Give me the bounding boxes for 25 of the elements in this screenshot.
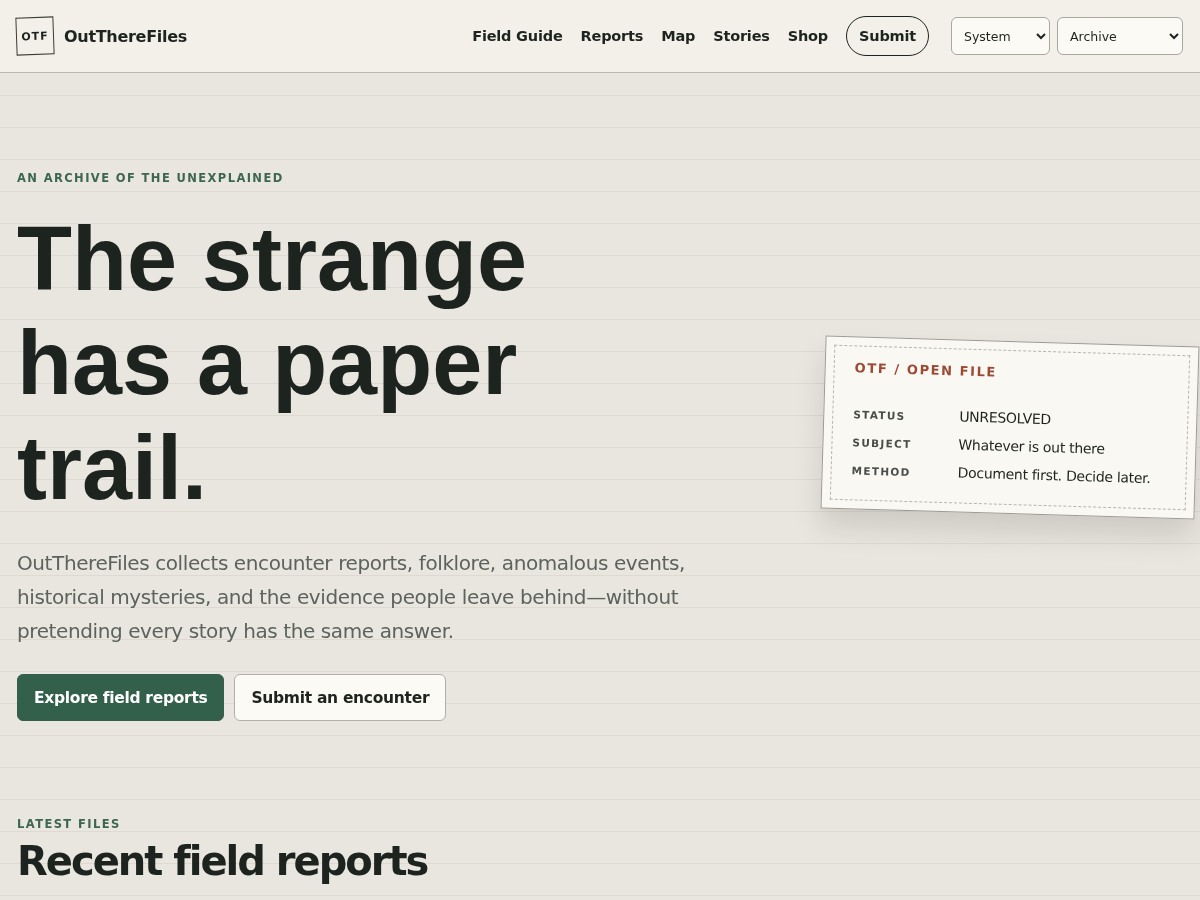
nav-link[interactable]: Shop xyxy=(787,28,829,44)
hero-title-line: trail. xyxy=(17,416,209,520)
section-title: Recent field reports xyxy=(17,837,428,886)
select-dropdown[interactable]: System xyxy=(951,17,1050,55)
section-eyebrow: LATEST FILES xyxy=(17,817,122,832)
nav-link[interactable]: Reports xyxy=(580,28,644,44)
field-value: Document first. Decide later. xyxy=(957,464,1152,487)
field-label: SUBJECT xyxy=(852,436,913,452)
select-dropdown[interactable]: Archive xyxy=(1057,17,1183,55)
submit-button[interactable]: Submit an encounter xyxy=(234,674,447,722)
nav-link[interactable]: Field Guide xyxy=(472,28,563,44)
hero-title-line: has a paper xyxy=(17,312,519,416)
explore-button[interactable]: Explore field reports xyxy=(17,674,225,722)
field-label: STATUS xyxy=(853,408,907,424)
hero-lead: OutThereFiles collects encounter reports, folklore, anomalous events, historical mysteries, and the evidence people leave behind—without pretending every story has the same answer. xyxy=(17,550,686,646)
field-value: Whatever is out there xyxy=(958,436,1106,459)
brand-name[interactable]: OutThereFiles xyxy=(64,26,187,46)
field-label: METHOD xyxy=(851,464,912,480)
card-title: OTF / OPEN FILE xyxy=(854,360,999,382)
nav-link[interactable]: Stories xyxy=(713,28,770,44)
hero-eyebrow: AN ARCHIVE OF THE UNEXPLAINED xyxy=(17,171,285,185)
field-value: UNRESOLVED xyxy=(959,408,1053,430)
hero-title-line: The strange xyxy=(17,208,529,311)
logo-mark[interactable]: OTF xyxy=(15,16,55,56)
nav-link[interactable]: Map xyxy=(661,28,696,44)
